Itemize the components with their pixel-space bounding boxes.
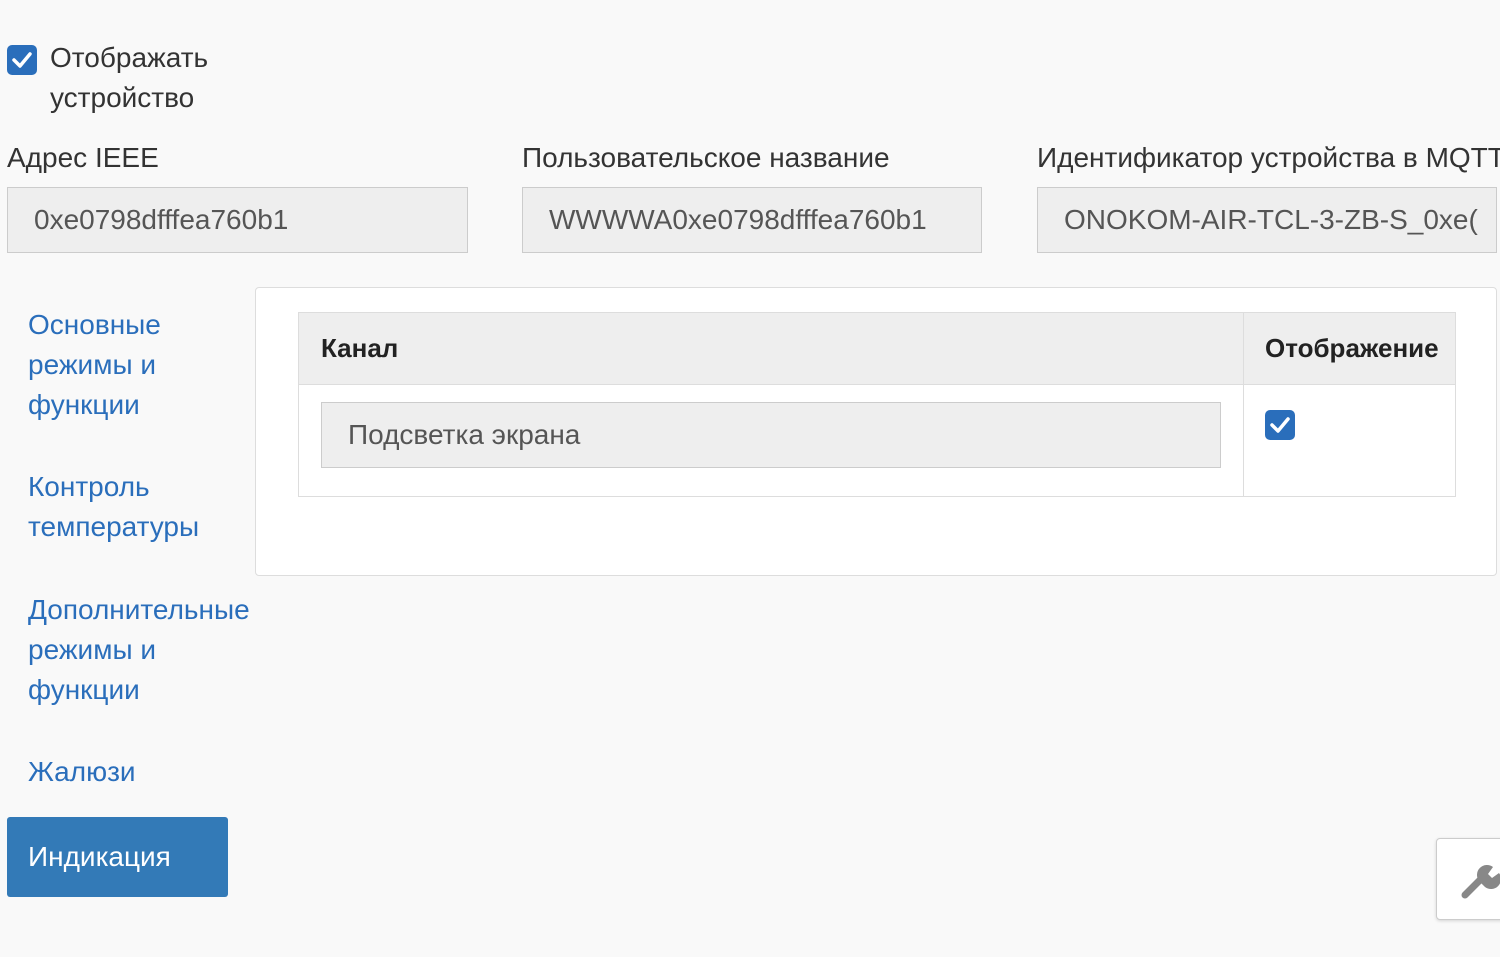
indication-panel: Канал Отображение Подсветка экрана (255, 287, 1497, 576)
checkmark-icon (12, 52, 32, 68)
settings-tool-button[interactable] (1436, 838, 1500, 920)
nav-item-indication[interactable]: Индикация (7, 817, 228, 897)
nav-item-temperature-control[interactable]: Контроль температуры (28, 467, 253, 547)
mqtt-id-label: Идентификатор устройства в MQTT (1037, 142, 1500, 173)
custom-name-field[interactable]: WWWWA0xe0798dfffea760b1 (522, 187, 982, 253)
nav-item-additional-modes[interactable]: Дополнительные режимы и функции (28, 590, 253, 710)
wrench-icon (1461, 865, 1500, 899)
channel-table: Канал Отображение Подсветка экрана (298, 312, 1456, 497)
device-settings-page: Отображать устройство Адрес IEEE 0xe0798… (0, 0, 1500, 957)
mqtt-id-field[interactable]: ONOKOM-AIR-TCL-3-ZB-S_0xe( (1037, 187, 1497, 253)
display-device-checkbox[interactable] (7, 45, 37, 75)
nav-item-blinds[interactable]: Жалюзи (28, 752, 253, 792)
nav-item-main-modes[interactable]: Основные режимы и функции (28, 305, 253, 425)
ieee-address-field[interactable]: 0xe0798dfffea760b1 (7, 187, 468, 253)
column-header-display: Отображение (1265, 333, 1439, 363)
column-divider (1243, 313, 1244, 496)
custom-name-label: Пользовательское название (522, 142, 890, 173)
table-header: Канал Отображение (299, 313, 1455, 385)
channel-display-checkbox[interactable] (1265, 410, 1295, 440)
ieee-address-label: Адрес IEEE (7, 142, 159, 173)
channel-name-field[interactable]: Подсветка экрана (321, 402, 1221, 468)
display-device-label: Отображать устройство (50, 42, 209, 113)
checkmark-icon (1270, 417, 1290, 433)
column-header-channel: Канал (321, 333, 399, 363)
